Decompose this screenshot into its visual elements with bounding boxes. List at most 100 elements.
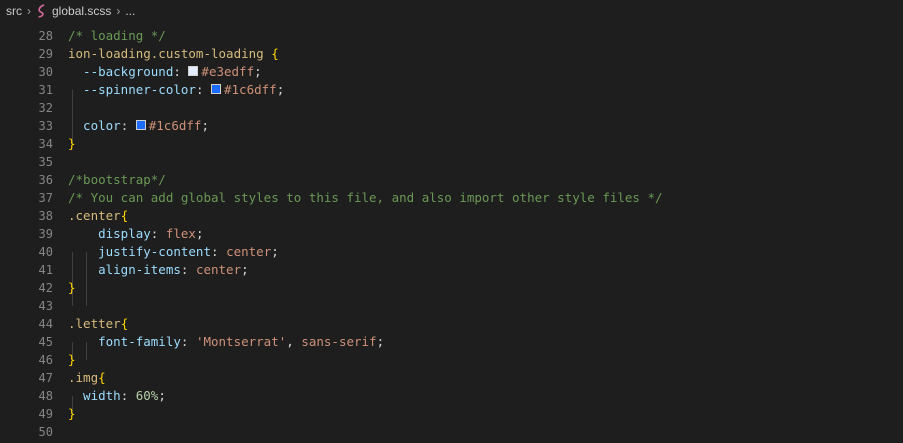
line-number: 30: [38, 65, 53, 79]
code-line[interactable]: 28 /* loading */: [0, 27, 903, 45]
line-number: 43: [38, 299, 53, 313]
code-token: :: [180, 334, 196, 349]
code-text: .img{: [68, 369, 106, 387]
code-token: center: [226, 244, 272, 259]
code-line[interactable]: 44 .letter{: [0, 315, 903, 333]
code-token: :: [195, 82, 211, 97]
code-line[interactable]: 50: [0, 423, 903, 441]
line-number: 41: [38, 263, 53, 277]
line-number: 48: [38, 389, 53, 403]
code-text: .center{: [68, 207, 128, 225]
code-token: color: [68, 118, 121, 133]
code-line[interactable]: 37 /* You can add global styles to this f…: [0, 189, 903, 207]
code-line[interactable]: 36 /*bootstrap*/: [0, 171, 903, 189]
code-line[interactable]: 39 display: flex;: [0, 225, 903, 243]
code-editor[interactable]: 2728/* loading */29ion-loading.custom-lo…: [0, 11, 903, 443]
line-number: 40: [38, 245, 53, 259]
line-number: 42: [38, 281, 53, 295]
code-text: }: [68, 279, 76, 297]
code-token: :: [120, 388, 136, 403]
color-swatch[interactable]: [211, 84, 221, 94]
code-line[interactable]: 41 align-items: center;: [0, 261, 903, 279]
line-number: 29: [38, 47, 53, 61]
code-line[interactable]: 31 --spinner-color: #1c6dff;: [0, 81, 903, 99]
code-token: }: [68, 136, 76, 151]
chevron-right-icon: ›: [27, 4, 31, 18]
line-number: 34: [38, 137, 53, 151]
code-token: }: [68, 352, 76, 367]
code-text: ion-loading.custom-loading {: [68, 45, 279, 63]
code-line[interactable]: 40 justify-content: center;: [0, 243, 903, 261]
code-token: ;: [195, 226, 204, 241]
line-number: 50: [38, 425, 53, 439]
code-token: ;: [241, 262, 249, 277]
code-token: .img: [68, 370, 99, 385]
code-line[interactable]: 46}: [0, 351, 903, 369]
color-swatch[interactable]: [188, 66, 199, 76]
code-token: }: [68, 280, 76, 295]
chevron-right-icon: ›: [116, 4, 121, 18]
code-token: /* loading */: [68, 28, 166, 43]
code-token: :: [120, 118, 136, 133]
code-token: center: [195, 262, 242, 277]
code-line[interactable]: 47 .img{: [0, 369, 903, 387]
code-line[interactable]: 32: [0, 99, 903, 117]
code-token: sans-serif: [301, 334, 377, 349]
code-line[interactable]: 38 .center{: [0, 207, 903, 225]
code-token: {: [120, 208, 129, 223]
code-text: font-family: 'Montserrat', sans-serif;: [68, 333, 384, 351]
code-token: :: [173, 64, 189, 79]
line-number: 32: [38, 101, 53, 115]
code-token: align-items: [68, 262, 181, 277]
code-editor-window: src › global.scss › ... 2728/* loading *…: [0, 0, 903, 443]
code-line[interactable]: 33 color: #1c6dff;: [0, 117, 903, 135]
code-line[interactable]: 45 font-family: 'Montserrat', sans-serif…: [0, 333, 903, 351]
code-line[interactable]: 43: [0, 297, 903, 315]
code-line[interactable]: 29 ion-loading.custom-loading {: [0, 45, 903, 63]
code-token: .center: [68, 208, 121, 223]
code-token: --background: [68, 64, 174, 79]
code-token: /*bootstrap*/: [68, 172, 166, 187]
breadcrumb-file[interactable]: global.scss: [52, 4, 111, 18]
code-line[interactable]: 49}: [0, 405, 903, 423]
code-line[interactable]: 35: [0, 153, 903, 171]
code-token: ;: [376, 334, 385, 349]
line-number: 45: [38, 335, 53, 349]
color-swatch[interactable]: [135, 120, 146, 130]
line-number: 38: [38, 209, 53, 223]
code-token: {: [263, 46, 279, 61]
breadcrumb-more[interactable]: ...: [125, 4, 135, 18]
line-number: 49: [38, 407, 53, 421]
code-token: font-family: [68, 334, 181, 349]
code-text: --spinner-color: #1c6dff;: [68, 81, 284, 99]
code-text: /* loading */: [68, 27, 166, 45]
code-token: display: [68, 226, 151, 241]
code-text: align-items: center;: [68, 261, 249, 279]
code-token: 60%: [135, 388, 159, 403]
line-number: 44: [38, 317, 53, 331]
line-number: 28: [38, 29, 53, 43]
code-token: {: [98, 370, 106, 385]
code-token: ;: [271, 244, 279, 259]
code-token: ;: [158, 388, 166, 403]
code-token: justify-content: [68, 244, 211, 259]
code-text: }: [68, 405, 76, 423]
code-line[interactable]: 42}: [0, 279, 903, 297]
code-token: :: [180, 262, 196, 277]
breadcrumb-folder[interactable]: src: [6, 4, 22, 18]
code-line[interactable]: 34}: [0, 135, 903, 153]
code-text: .letter{: [68, 315, 128, 333]
line-number: 37: [38, 191, 53, 205]
code-token: }: [68, 406, 76, 421]
code-text: --background: #e3edff;: [68, 63, 262, 81]
code-line[interactable]: 48 width: 60%;: [0, 387, 903, 405]
code-token: #1c6dff: [224, 82, 277, 97]
code-token: .letter: [68, 316, 121, 331]
code-text: /* You can add global styles to this fil…: [68, 189, 663, 207]
code-text: /*bootstrap*/: [68, 171, 166, 189]
line-number: 33: [38, 119, 53, 133]
sass-file-icon: [38, 4, 45, 18]
line-number: 36: [38, 173, 53, 187]
code-token: --spinner-color: [68, 82, 196, 97]
code-line[interactable]: 30 --background: #e3edff;: [0, 63, 903, 81]
